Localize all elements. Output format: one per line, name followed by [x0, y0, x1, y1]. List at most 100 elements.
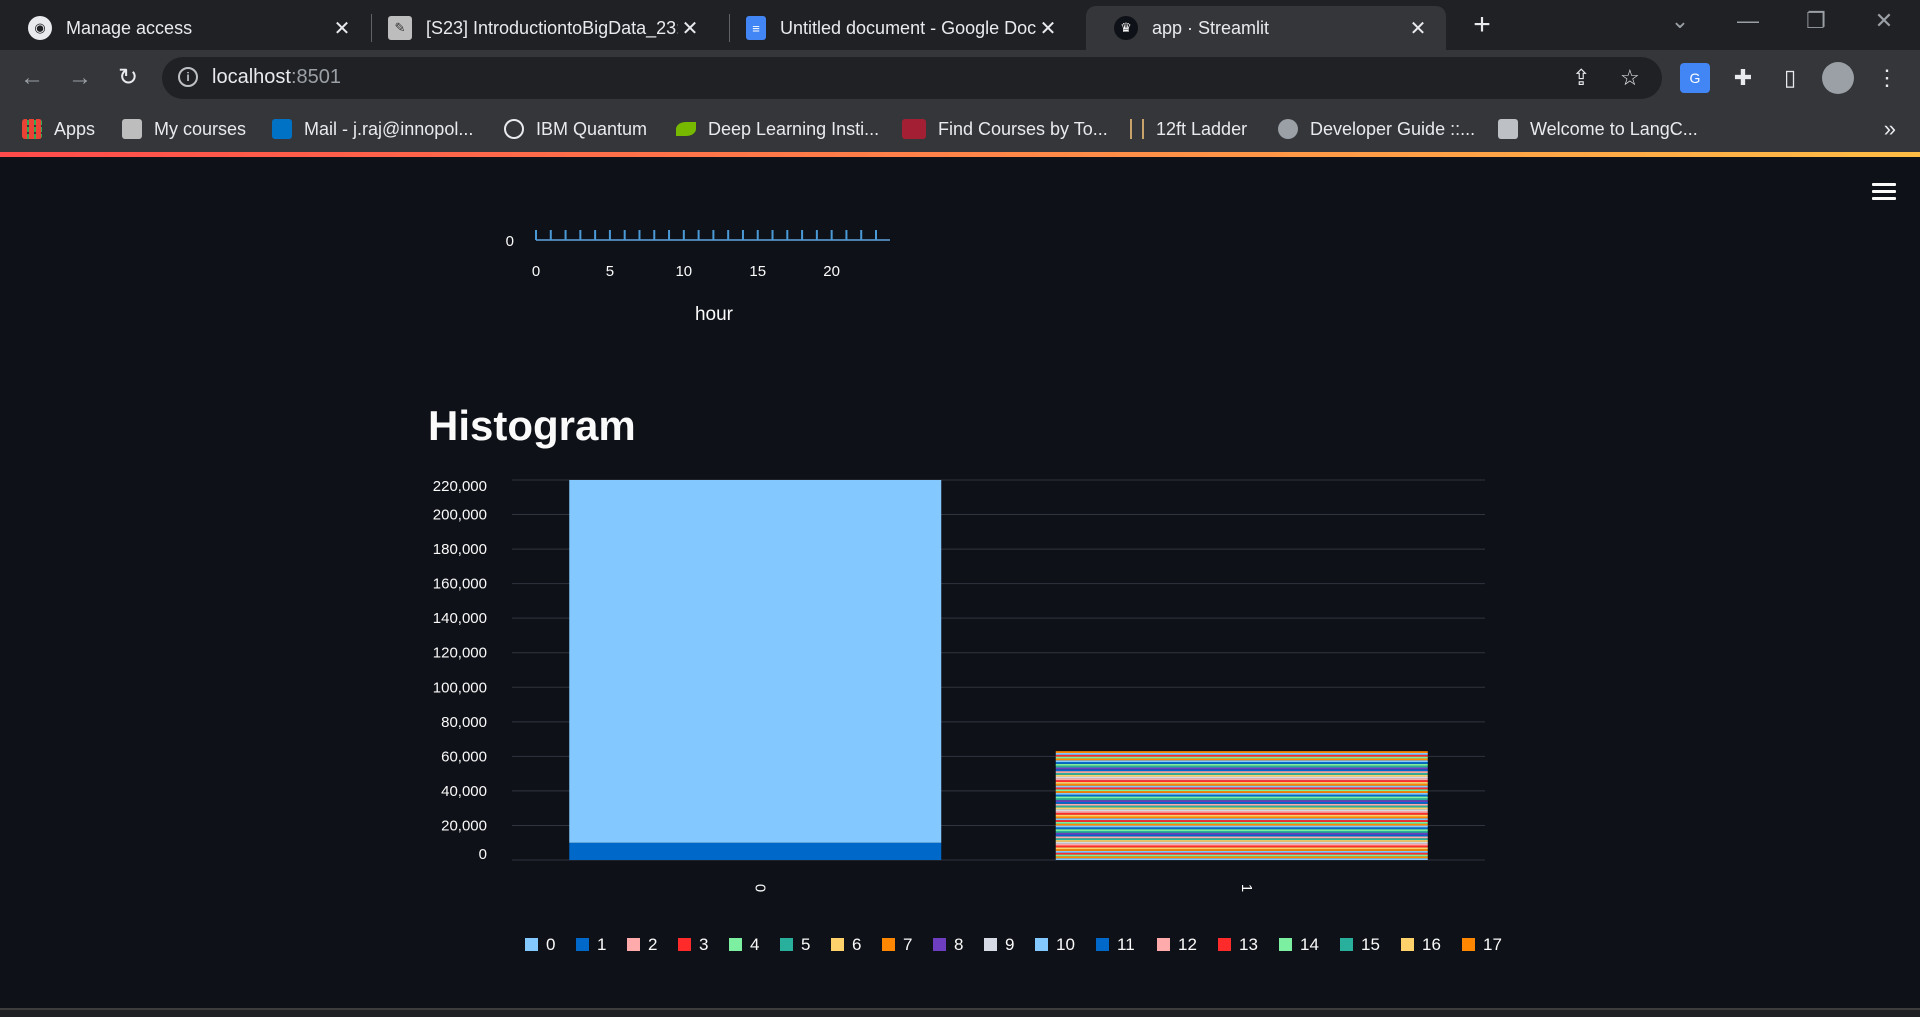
tab-title: Manage access: [66, 17, 193, 38]
forward-arrow-icon[interactable]: →: [64, 62, 96, 94]
legend-swatch: [1096, 938, 1109, 951]
legend-label: 8: [954, 935, 963, 954]
bar-segment: [1055, 805, 1428, 808]
x-axis-label: hour: [695, 304, 734, 325]
bar-segment: [1055, 843, 1428, 846]
tab-manage-access[interactable]: ◉ Manage access ✕: [0, 6, 370, 50]
bar-segment: [1055, 845, 1428, 848]
hamburger-menu-icon[interactable]: [1872, 183, 1896, 201]
legend-swatch: [576, 938, 589, 951]
close-icon[interactable]: ✕: [678, 16, 702, 41]
new-tab-button[interactable]: +: [1466, 10, 1498, 42]
legend-label: 0: [546, 935, 555, 954]
bar-segment: [1055, 780, 1428, 783]
bookmark-label: Developer Guide ::...: [1310, 118, 1476, 139]
x-axis-tick: 5: [606, 263, 614, 280]
bookmark-developer-guide[interactable]: Developer Guide ::...: [1278, 114, 1475, 144]
bar-segment: [1055, 840, 1428, 842]
mit-ocw-icon: [902, 119, 926, 139]
bar-segment: [1055, 774, 1428, 777]
legend-swatch: [1401, 938, 1414, 951]
y-axis-tick: 80,000: [441, 714, 487, 731]
bookmark-apps[interactable]: Apps: [22, 114, 95, 144]
legend-label: 10: [1056, 935, 1075, 954]
google-docs-icon: ≡: [746, 16, 766, 40]
streamlit-icon: ♛: [1114, 16, 1138, 40]
legend-swatch: [1462, 938, 1475, 951]
apps-grid-icon: [22, 119, 42, 139]
url-host: localhost: [212, 66, 291, 88]
url-text[interactable]: localhost:8501: [212, 66, 341, 89]
bar-segment: [1055, 783, 1428, 786]
google-translate-icon[interactable]: G: [1680, 63, 1710, 93]
tab-introduction-big-data[interactable]: ✎ [S23] IntroductiontoBigData_23: I ✕: [360, 6, 718, 50]
bar-segment: [1055, 767, 1428, 770]
bar-segment: [1055, 785, 1428, 788]
legend-swatch: [729, 938, 742, 951]
bar-segment: [1055, 789, 1428, 792]
streamlit-header-decoration: [0, 152, 1920, 157]
profile-avatar[interactable]: [1822, 62, 1854, 94]
bar-segment: [1055, 811, 1428, 813]
bookmarks-overflow-icon[interactable]: »: [1884, 116, 1896, 142]
bar-segment: [1055, 792, 1428, 795]
bar-segment: [1055, 798, 1428, 801]
bar-segment: [1055, 778, 1428, 781]
extensions-puzzle-icon[interactable]: ✚: [1728, 63, 1758, 93]
nvidia-icon: [676, 122, 696, 136]
y-axis-ticks: 220,000 200,000 180,000 160,000 140,000 120,0…: [433, 478, 487, 863]
legend-swatch: [525, 938, 538, 951]
bar-segment: [1055, 769, 1428, 772]
bookmark-find-courses[interactable]: Find Courses by To...: [902, 114, 1108, 144]
site-info-icon[interactable]: i: [178, 67, 198, 87]
back-arrow-icon[interactable]: ←: [16, 62, 48, 94]
bar-segment: [1055, 856, 1428, 859]
bar-segment: [1055, 752, 1428, 755]
tab-search-icon[interactable]: ⌄: [1660, 8, 1700, 34]
window-close-icon[interactable]: ✕: [1864, 8, 1904, 34]
bookmark-star-icon[interactable]: ☆: [1620, 65, 1640, 91]
bar-segment: [1055, 765, 1428, 768]
legend-swatch: [933, 938, 946, 951]
y-axis-tick: 40,000: [441, 783, 487, 800]
bookmarks-bar: Apps My courses Mail - j.raj@innopol... …: [0, 106, 1920, 152]
browser-menu-icon[interactable]: ⋮: [1872, 63, 1902, 93]
legend-swatch: [678, 938, 691, 951]
minimize-icon[interactable]: —: [1728, 8, 1768, 34]
y-axis-tick: 120,000: [433, 645, 487, 662]
bar-segment: [1055, 807, 1428, 810]
restore-icon[interactable]: ❐: [1796, 8, 1836, 34]
legend-label: 15: [1361, 935, 1380, 954]
side-panel-icon[interactable]: ▯: [1775, 63, 1805, 93]
bookmark-deep-learning[interactable]: Deep Learning Insti...: [676, 114, 879, 144]
bookmark-12ft-ladder[interactable]: 12ft Ladder: [1130, 114, 1247, 144]
address-bar[interactable]: i localhost:8501 ⇪ ☆: [162, 57, 1662, 99]
close-icon[interactable]: ✕: [1406, 16, 1430, 41]
x-axis-ticks: 01: [751, 884, 1255, 892]
bar-segment: [1055, 751, 1428, 753]
bar-segment: [1055, 858, 1428, 860]
legend-label: 4: [750, 935, 759, 954]
reload-icon[interactable]: ↻: [112, 62, 144, 94]
y-axis-tick: 140,000: [433, 610, 487, 627]
legend-swatch: [1157, 938, 1170, 951]
bookmark-ibm-quantum[interactable]: IBM Quantum: [504, 114, 647, 144]
tab-streamlit[interactable]: ♛ app · Streamlit ✕: [1086, 6, 1446, 50]
close-icon[interactable]: ✕: [330, 16, 354, 41]
x-axis-tick: 10: [675, 263, 692, 280]
legend-label: 17: [1483, 935, 1502, 954]
bookmark-my-courses[interactable]: My courses: [122, 114, 246, 144]
bar-segment: [1055, 829, 1428, 831]
tab-google-docs[interactable]: ≡ Untitled document - Google Docs ✕: [718, 6, 1076, 50]
bar-segment: [1055, 801, 1428, 804]
bottom-border: [0, 1008, 1920, 1017]
bookmark-langchain[interactable]: Welcome to LangC...: [1498, 114, 1698, 144]
legend-swatch: [780, 938, 793, 951]
share-icon[interactable]: ⇪: [1572, 65, 1590, 91]
bookmark-mail[interactable]: Mail - j.raj@innopol...: [272, 114, 473, 144]
section-title: Histogram: [428, 402, 636, 449]
bars: [569, 480, 1428, 860]
close-icon[interactable]: ✕: [1036, 16, 1060, 41]
bar-segment: [1055, 821, 1428, 824]
bar-segment: [1055, 763, 1428, 766]
